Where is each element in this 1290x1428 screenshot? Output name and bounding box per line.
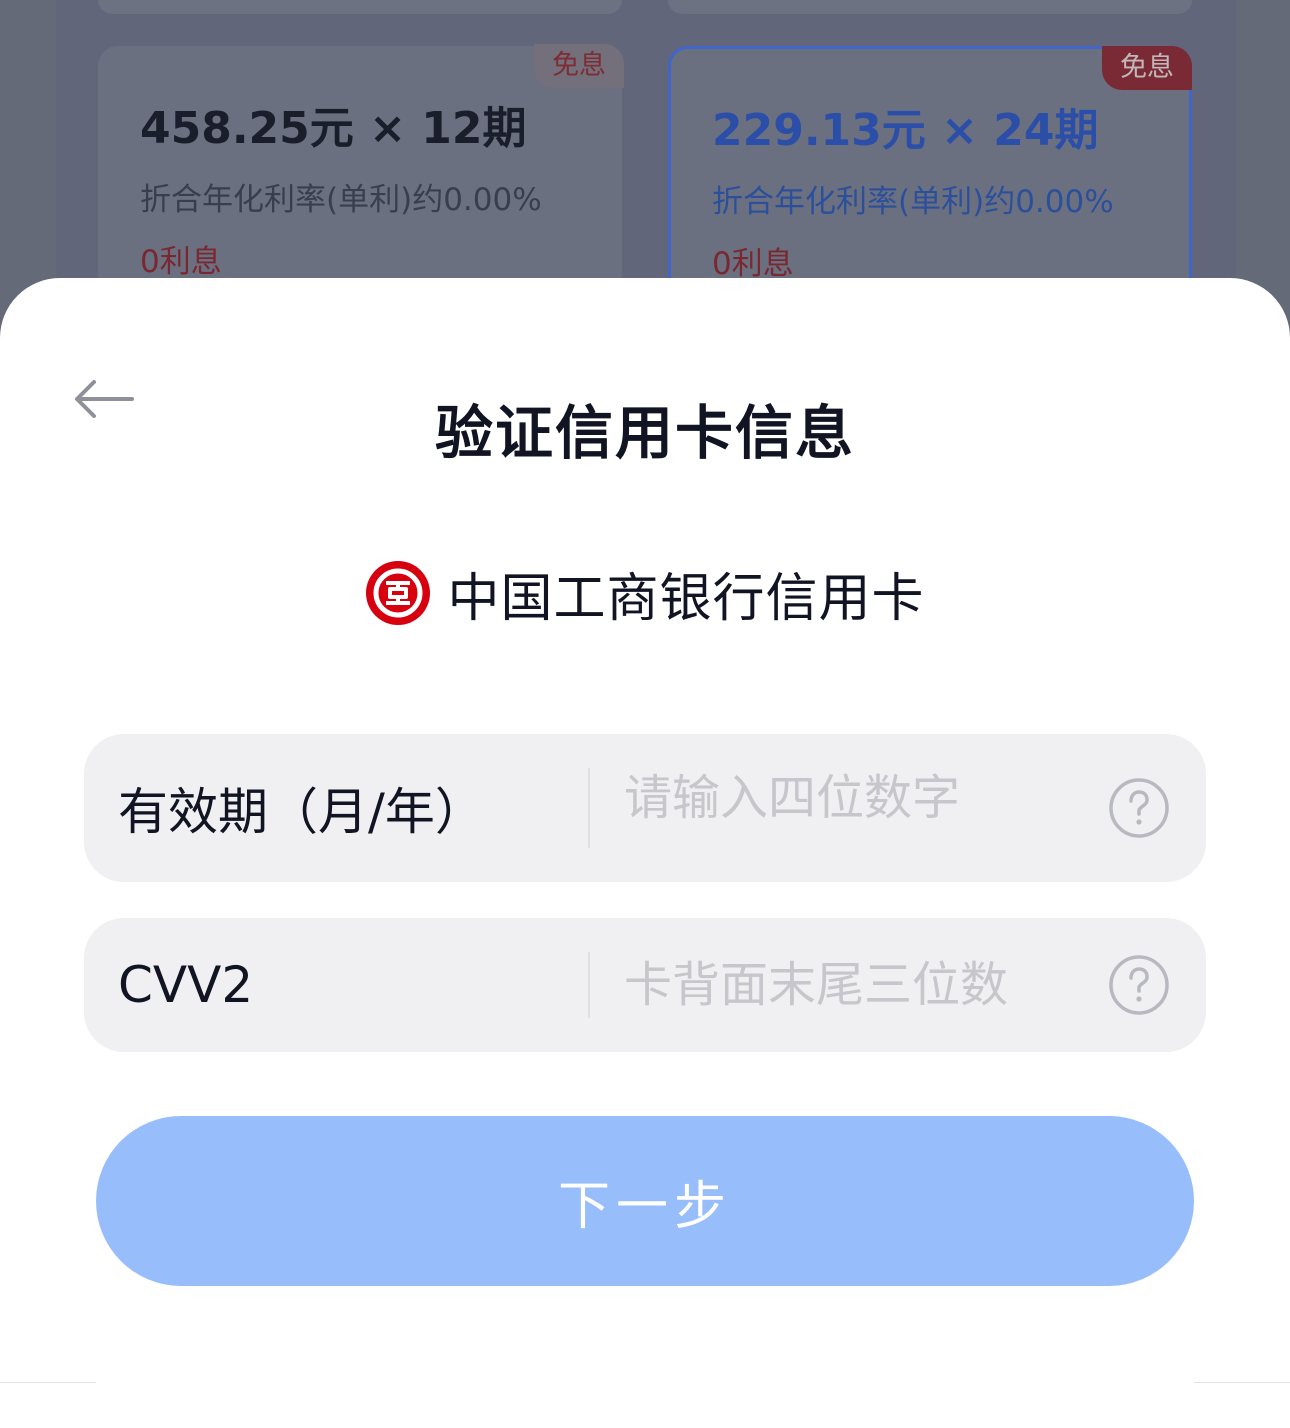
background-card-stub (98, 0, 622, 14)
interest-free-badge: 免息 (534, 44, 624, 88)
installment-plan-card-24: 免息 229.13元 × 24期 折合年化利率(单利)约0.00% 0利息 (668, 46, 1192, 306)
installment-plan-card-12: 免息 458.25元 × 12期 折合年化利率(单利)约0.00% 0利息 (98, 44, 624, 306)
question-circle-icon[interactable] (1108, 954, 1170, 1016)
interest-free-badge: 免息 (1102, 46, 1192, 90)
cvv-field: CVV2 (84, 918, 1206, 1052)
background-card-stub (668, 0, 1192, 14)
plan-amount: 229.13元 × 24期 (712, 105, 1099, 156)
cvv-input[interactable] (624, 957, 1084, 1013)
field-divider (588, 952, 590, 1018)
expiry-input[interactable] (624, 770, 1084, 826)
divider-line (1194, 1382, 1290, 1383)
plan-rate: 折合年化利率(单利)约0.00% (140, 182, 542, 218)
plan-interest: 0利息 (140, 244, 222, 280)
icbc-logo-icon (366, 561, 431, 625)
next-step-button[interactable]: 下一步 (96, 1116, 1194, 1286)
question-circle-icon[interactable] (1108, 777, 1170, 839)
field-divider (588, 768, 590, 848)
bank-info: 中国工商银行信用卡 (0, 560, 1290, 629)
cvv-label: CVV2 (118, 956, 254, 1014)
plan-amount: 458.25元 × 12期 (140, 103, 527, 154)
bank-name: 中国工商银行信用卡 (447, 568, 925, 629)
divider-line (0, 1382, 96, 1383)
plan-interest: 0利息 (712, 246, 794, 282)
verify-card-sheet: 验证信用卡信息 中国工商银行信用卡 有效期（月/年） CVV2 下一步 (0, 278, 1290, 1428)
expiry-field: 有效期（月/年） (84, 734, 1206, 882)
expiry-label: 有效期（月/年） (118, 783, 485, 841)
plan-rate: 折合年化利率(单利)约0.00% (712, 184, 1114, 220)
sheet-title: 验证信用卡信息 (434, 399, 855, 467)
